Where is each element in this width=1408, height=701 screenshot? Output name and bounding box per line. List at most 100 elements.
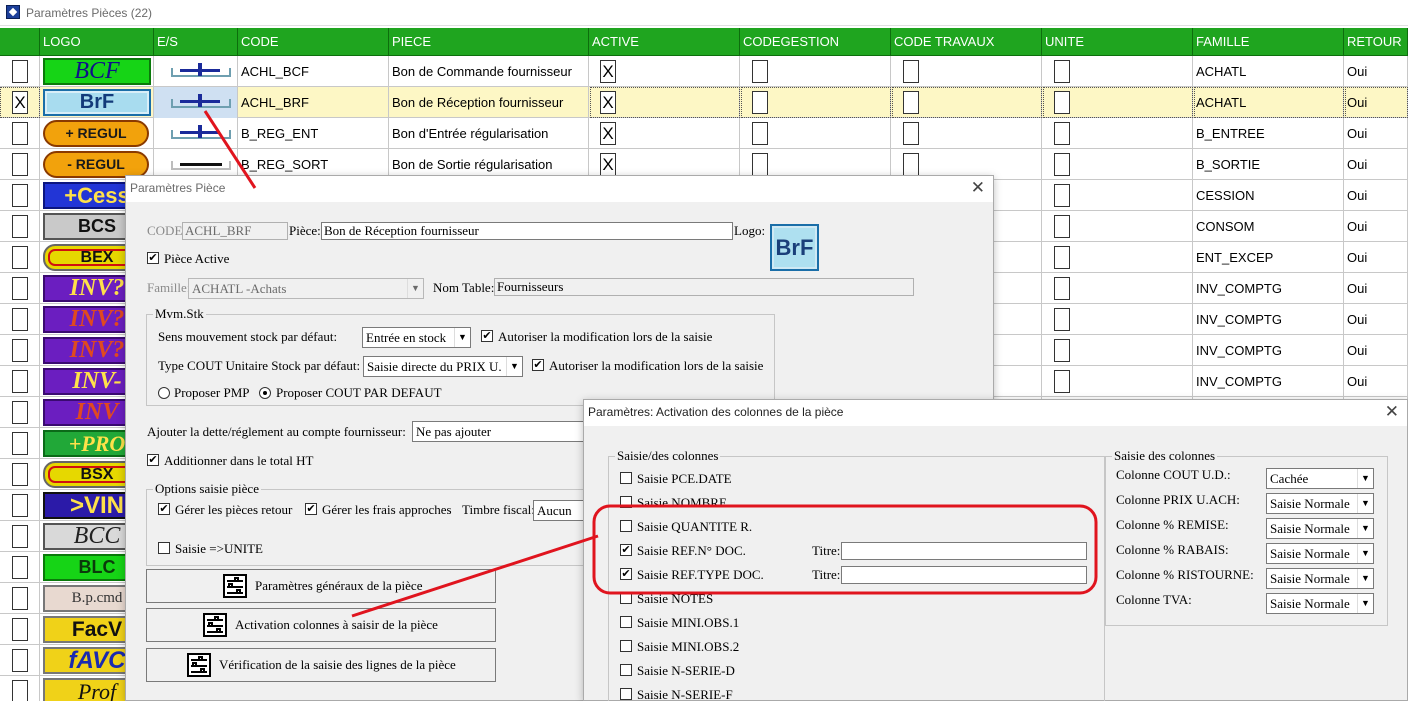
cell-retour[interactable]: Oui: [1344, 56, 1408, 87]
row-select-checkbox[interactable]: [12, 649, 28, 672]
cell-retour[interactable]: Oui: [1344, 87, 1408, 118]
gerer-retour-checkbox[interactable]: ✔: [158, 503, 170, 515]
cell-checkbox-codegestion[interactable]: [752, 91, 768, 114]
column-checkbox[interactable]: [620, 664, 632, 676]
cell-famille[interactable]: INV_COMPTG: [1193, 304, 1344, 335]
cell-checkbox-unite[interactable]: [1054, 246, 1070, 269]
active-checkbox[interactable]: X: [600, 153, 616, 176]
row-select-checkbox[interactable]: [12, 525, 28, 548]
gerer-frais-checkbox[interactable]: ✔: [305, 503, 317, 515]
titre-input[interactable]: [841, 566, 1087, 584]
col-header-piece[interactable]: PIECE: [389, 28, 589, 56]
row-select-checkbox[interactable]: X: [12, 91, 28, 114]
column-mode-select[interactable]: Saisie Normale ▼: [1266, 543, 1374, 564]
active-checkbox[interactable]: X: [600, 91, 616, 114]
proposer-pmp-radio[interactable]: [158, 387, 170, 399]
column-checkbox[interactable]: [620, 688, 632, 700]
cell-checkbox-unite[interactable]: [1054, 184, 1070, 207]
row-select-checkbox[interactable]: [12, 463, 28, 486]
cell-checkbox-unite[interactable]: [1054, 122, 1070, 145]
cell-code[interactable]: ACHL_BRF: [238, 87, 389, 118]
cell-retour[interactable]: Oui: [1344, 366, 1408, 397]
table-row[interactable]: ACHL_BRF Bon de Réception fournisseur ACHA…: [0, 87, 1408, 118]
row-select-checkbox[interactable]: [12, 215, 28, 238]
close-icon[interactable]: ✕: [1385, 400, 1399, 424]
row-select-checkbox[interactable]: [12, 60, 28, 83]
cell-retour[interactable]: Oui: [1344, 211, 1408, 242]
cell-checkbox-unite[interactable]: [1054, 277, 1070, 300]
row-select-checkbox[interactable]: [12, 432, 28, 455]
row-select-checkbox[interactable]: [12, 184, 28, 207]
row-select-checkbox[interactable]: [12, 680, 28, 701]
cell-retour[interactable]: Oui: [1344, 335, 1408, 366]
cell-code[interactable]: ACHL_BCF: [238, 56, 389, 87]
sens-select[interactable]: Entrée en stock ▼: [362, 327, 471, 348]
proposer-cout-radio[interactable]: [259, 387, 271, 399]
row-select-checkbox[interactable]: [12, 339, 28, 362]
col-header-code-travaux[interactable]: CODE TRAVAUX: [891, 28, 1042, 56]
autoriser2-checkbox[interactable]: ✔: [532, 359, 544, 371]
col-header-unite[interactable]: UNITE: [1042, 28, 1193, 56]
cell-checkbox-unite[interactable]: [1054, 339, 1070, 362]
cell-checkbox-unite[interactable]: [1054, 370, 1070, 393]
row-select-checkbox[interactable]: [12, 556, 28, 579]
col-header-code[interactable]: CODE: [238, 28, 389, 56]
cell-retour[interactable]: Oui: [1344, 149, 1408, 180]
column-checkbox[interactable]: [620, 616, 632, 628]
cell-retour[interactable]: Oui: [1344, 180, 1408, 211]
type-cout-select[interactable]: Saisie directe du PRIX U. ▼: [363, 356, 523, 377]
cell-retour[interactable]: Oui: [1344, 242, 1408, 273]
cell-famille[interactable]: ENT_EXCEP: [1193, 242, 1344, 273]
cell-famille[interactable]: INV_COMPTG: [1193, 366, 1344, 397]
cell-checkbox-codegestion[interactable]: [752, 60, 768, 83]
close-icon[interactable]: ✕: [971, 176, 985, 200]
col-header-codegestion[interactable]: CODEGESTION: [740, 28, 891, 56]
row-select-checkbox[interactable]: [12, 277, 28, 300]
titre-input[interactable]: [841, 542, 1087, 560]
cell-checkbox-unite[interactable]: [1054, 60, 1070, 83]
row-select-checkbox[interactable]: [12, 494, 28, 517]
cell-checkbox-unite[interactable]: [1054, 153, 1070, 176]
row-select-checkbox[interactable]: [12, 370, 28, 393]
cell-checkbox-unite[interactable]: [1054, 308, 1070, 331]
column-mode-select[interactable]: Saisie Normale ▼: [1266, 568, 1374, 589]
column-mode-select[interactable]: Saisie Normale ▼: [1266, 518, 1374, 539]
cell-code[interactable]: B_REG_ENT: [238, 118, 389, 149]
row-select-checkbox[interactable]: [12, 153, 28, 176]
cell-checkbox-code-travaux[interactable]: [903, 153, 919, 176]
column-checkbox[interactable]: [620, 472, 632, 484]
row-select-checkbox[interactable]: [12, 401, 28, 424]
cell-famille[interactable]: ACHATL: [1193, 87, 1344, 118]
cell-famille[interactable]: CESSION: [1193, 180, 1344, 211]
active-checkbox[interactable]: X: [600, 60, 616, 83]
table-row[interactable]: ACHL_BCF Bon de Commande fournisseur ACHAT…: [0, 56, 1408, 87]
cell-retour[interactable]: Oui: [1344, 304, 1408, 335]
row-select-checkbox[interactable]: [12, 122, 28, 145]
piece-field[interactable]: Bon de Réception fournisseur: [321, 222, 733, 240]
cell-checkbox-unite[interactable]: [1054, 215, 1070, 238]
params-generaux-button[interactable]: Paramètres généraux de la pièce: [146, 569, 496, 603]
cell-checkbox-codegestion[interactable]: [752, 153, 768, 176]
row-select-checkbox[interactable]: [12, 308, 28, 331]
col-header-retour[interactable]: RETOUR: [1344, 28, 1408, 56]
cell-piece[interactable]: Bon d'Entrée régularisation: [389, 118, 589, 149]
cell-retour[interactable]: Oui: [1344, 118, 1408, 149]
cell-retour[interactable]: Oui: [1344, 273, 1408, 304]
cell-famille[interactable]: INV_COMPTG: [1193, 273, 1344, 304]
col-header-select[interactable]: [0, 28, 40, 56]
column-checkbox[interactable]: [620, 496, 632, 508]
col-header-famille[interactable]: FAMILLE: [1193, 28, 1344, 56]
column-checkbox[interactable]: [620, 520, 632, 532]
activation-colonnes-button[interactable]: Activation colonnes à saisir de la pièce: [146, 608, 496, 642]
col-header-logo[interactable]: LOGO: [40, 28, 154, 56]
cell-checkbox-codegestion[interactable]: [752, 122, 768, 145]
cell-famille[interactable]: INV_COMPTG: [1193, 335, 1344, 366]
piece-active-checkbox[interactable]: ✔: [147, 252, 159, 264]
cell-famille[interactable]: CONSOM: [1193, 211, 1344, 242]
col-header-active[interactable]: ACTIVE: [589, 28, 740, 56]
column-checkbox[interactable]: [620, 592, 632, 604]
column-mode-select[interactable]: Saisie Normale ▼: [1266, 593, 1374, 614]
column-mode-select[interactable]: Cachée ▼: [1266, 468, 1374, 489]
cell-piece[interactable]: Bon de Réception fournisseur: [389, 87, 589, 118]
row-select-checkbox[interactable]: [12, 587, 28, 610]
